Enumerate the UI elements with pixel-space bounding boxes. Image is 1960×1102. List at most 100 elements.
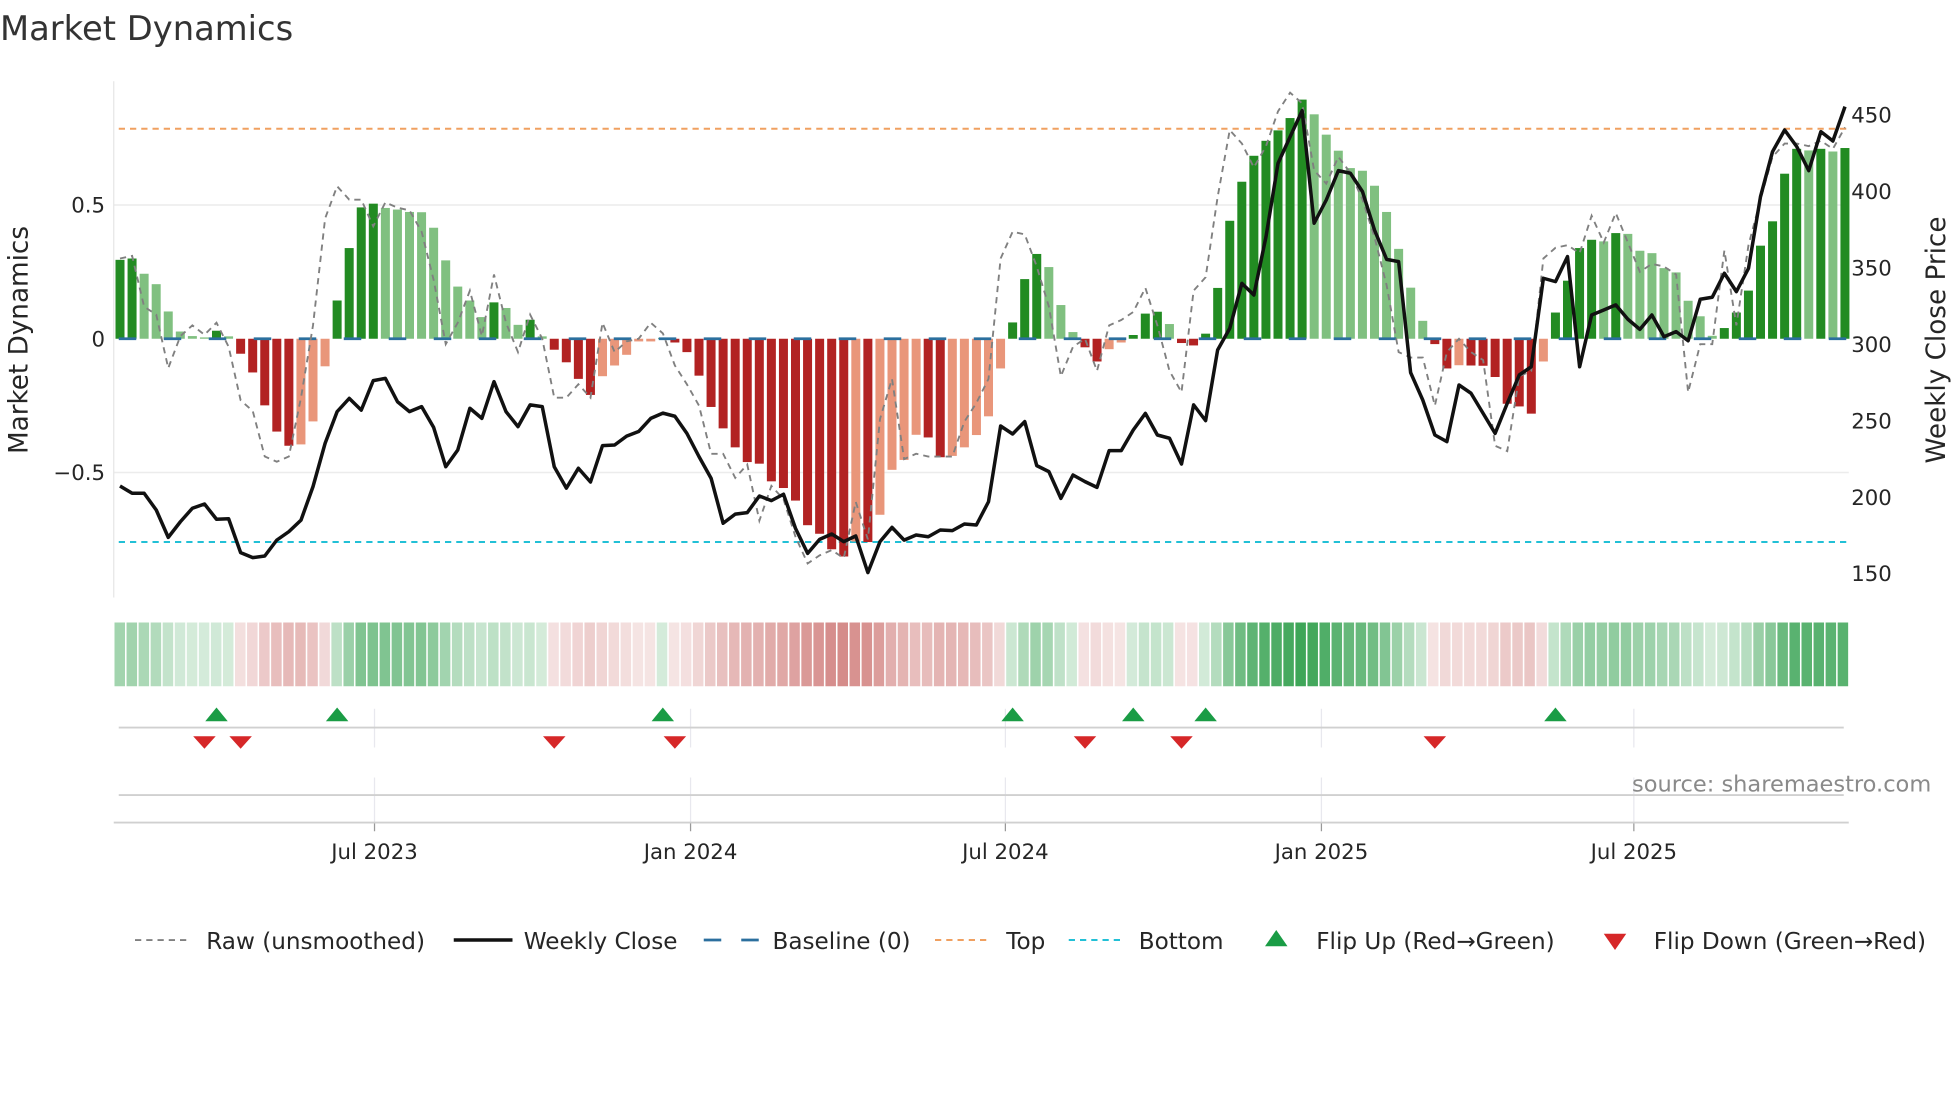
y2-tick-label: 400: [1851, 180, 1892, 205]
bar: [1490, 338, 1500, 378]
legend-item-top[interactable]: Top: [935, 929, 1045, 955]
triangle-down-icon: [1603, 933, 1627, 950]
right-axis-label: Weekly Close Price: [1922, 217, 1952, 464]
bar: [598, 338, 607, 377]
heat-cell: [1608, 622, 1620, 687]
legend-item-close[interactable]: Weekly Close: [453, 929, 678, 955]
heat-cell: [1174, 622, 1186, 687]
bar: [1743, 290, 1753, 339]
bar: [489, 302, 499, 339]
bar: [1177, 338, 1186, 344]
heat-cell: [1343, 622, 1355, 687]
heat-cell: [1476, 622, 1487, 687]
bar: [706, 338, 716, 407]
bar: [947, 338, 957, 456]
x-tick-label: Jan 2024: [642, 840, 738, 865]
flip-down-marker: [663, 736, 687, 749]
y2-tick-label: 450: [1851, 104, 1892, 129]
heat-cell: [247, 622, 258, 687]
y-tick-label: −0.5: [53, 461, 105, 486]
bar: [1189, 338, 1199, 346]
heat-cell: [1102, 622, 1114, 687]
heat-cell: [1837, 622, 1849, 687]
flip-down-marker: [543, 736, 566, 749]
heat-cell: [596, 622, 607, 687]
heat-cell: [259, 622, 270, 687]
bar: [1611, 233, 1621, 339]
heat-cell: [1813, 622, 1825, 687]
heat-cell: [1042, 622, 1053, 687]
bar: [1731, 312, 1741, 339]
bar: [1008, 322, 1018, 339]
bar: [139, 273, 149, 339]
x-tick-label: Jan 2025: [1273, 840, 1369, 865]
bar: [923, 338, 933, 438]
heat-cell: [1283, 622, 1294, 687]
bar: [1792, 148, 1802, 339]
heat-cell: [970, 622, 981, 687]
heat-cell: [1307, 622, 1318, 687]
heat-cell: [1620, 622, 1632, 687]
heat-cell: [307, 622, 318, 687]
bar: [1550, 312, 1560, 339]
heat-cell: [1524, 622, 1535, 687]
y2-tick-label: 250: [1851, 409, 1892, 434]
heat-cell: [584, 622, 595, 687]
heat-cell: [680, 622, 692, 687]
bar: [380, 207, 390, 339]
heat-cell: [656, 622, 668, 687]
bar: [585, 338, 595, 395]
legend-label-baseline: Baseline (0): [773, 929, 911, 955]
bar: [501, 307, 511, 339]
legend-item-raw[interactable]: Raw (unsmoothed): [135, 929, 425, 955]
heat-cell: [1789, 622, 1800, 687]
heat-cell: [439, 622, 451, 687]
heat-cell: [1681, 622, 1692, 687]
heat-cell: [1403, 622, 1415, 687]
bar: [1213, 287, 1223, 339]
bar: [766, 338, 776, 482]
heat-cell: [235, 622, 246, 687]
heat-cell: [524, 622, 535, 687]
heat-cell: [1825, 622, 1837, 687]
heat-cell: [704, 622, 716, 687]
bar: [1599, 241, 1609, 339]
heat-cell: [295, 622, 306, 687]
heat-cell: [463, 622, 475, 687]
bar: [236, 338, 246, 354]
heat-cell: [765, 622, 776, 687]
bar: [718, 338, 728, 429]
bar: [742, 338, 752, 463]
heat-cell: [162, 622, 174, 687]
left-axis-ticks: 0.5 0 −0.5: [53, 194, 105, 487]
bar: [803, 338, 813, 526]
heat-cell: [801, 622, 812, 687]
bar: [513, 324, 523, 339]
heat-cell: [1705, 622, 1716, 687]
heat-cell: [1415, 622, 1427, 687]
bar: [1321, 134, 1331, 339]
legend-item-bottom[interactable]: Bottom: [1068, 929, 1224, 955]
bar: [1128, 335, 1138, 339]
bar: [441, 260, 451, 339]
bar: [1164, 324, 1174, 339]
flip-down-marker: [193, 736, 216, 749]
bar: [1020, 279, 1030, 339]
heat-cell: [1488, 622, 1499, 687]
legend-item-baseline[interactable]: Baseline (0): [703, 929, 911, 955]
heat-cell: [1066, 622, 1077, 687]
heat-cell: [1777, 622, 1788, 687]
heat-cell: [427, 622, 439, 687]
bar: [1442, 338, 1452, 369]
heat-cell: [1138, 622, 1150, 687]
bar: [815, 338, 825, 534]
raw-unsmoothed-line: [119, 91, 1846, 565]
heat-cell: [789, 622, 800, 687]
heat-cell: [1162, 622, 1174, 687]
bar: [1538, 338, 1548, 362]
legend-item-flip-up[interactable]: Flip Up (Red→Green): [1265, 929, 1555, 955]
heat-cell: [849, 622, 861, 687]
legend-item-flip-down[interactable]: Flip Down (Green→Red): [1603, 929, 1926, 955]
bar: [778, 338, 788, 489]
bar: [163, 311, 173, 339]
